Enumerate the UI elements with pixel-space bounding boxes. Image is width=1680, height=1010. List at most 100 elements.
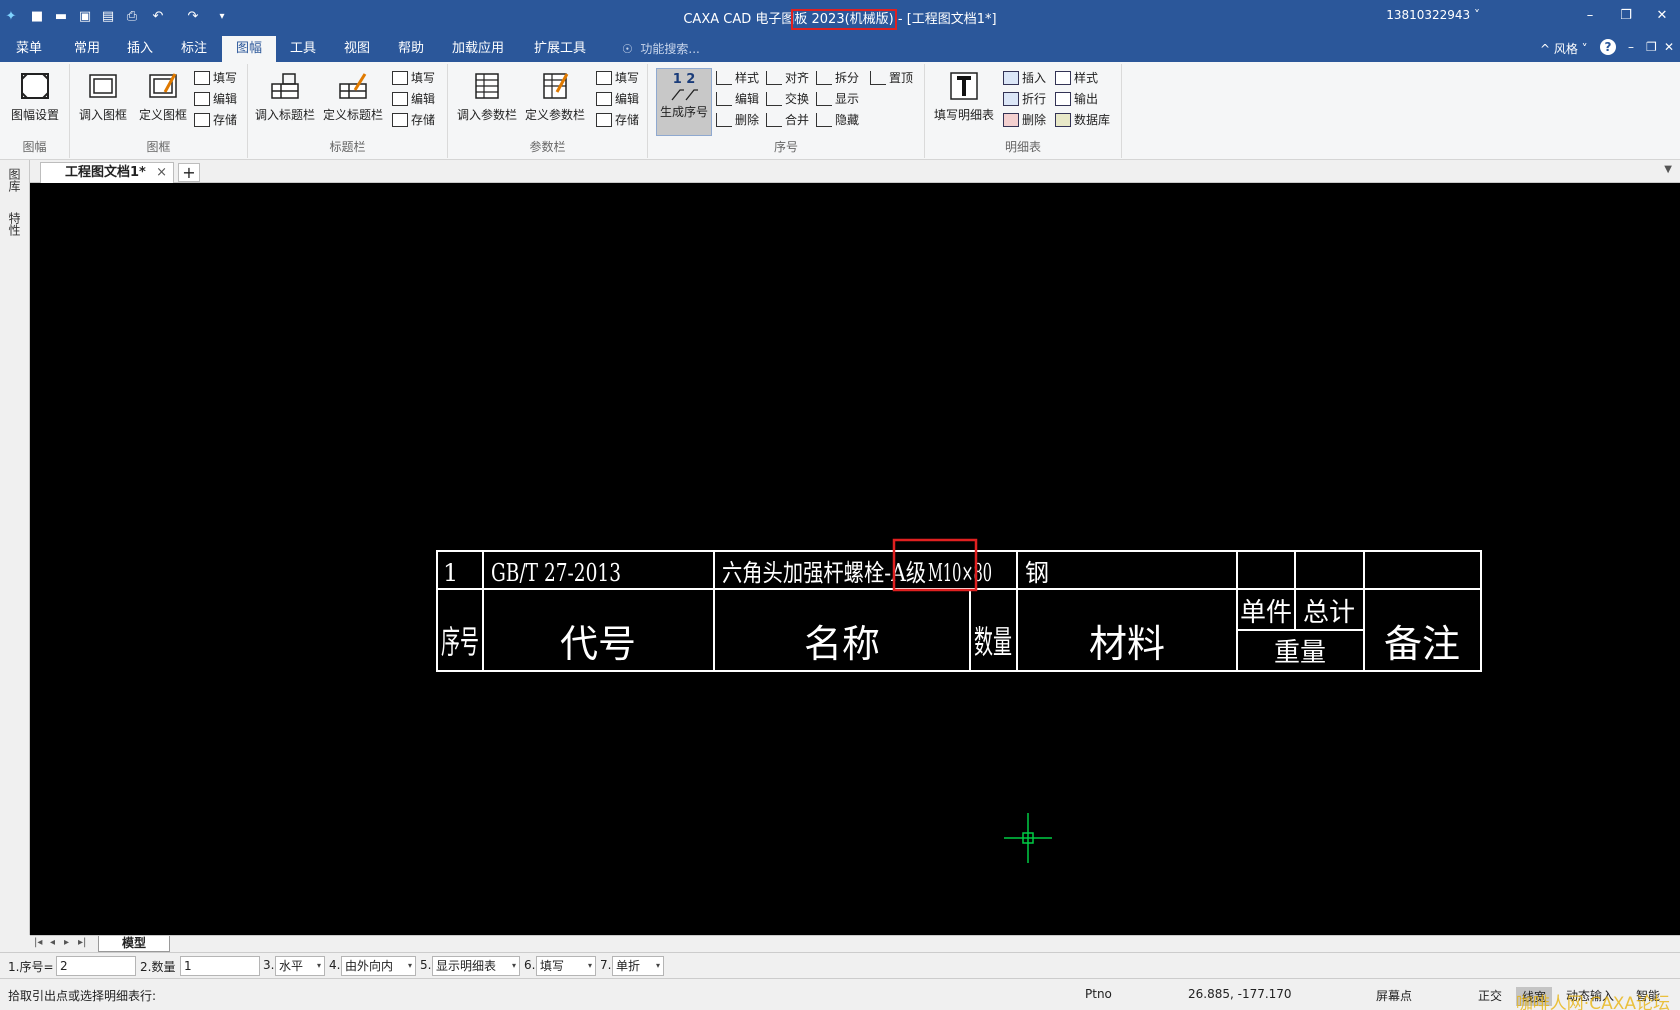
tab-list-dropdown-icon[interactable]: ▼ bbox=[1664, 164, 1672, 175]
style-dropdown[interactable]: ^ 风格 ˅ bbox=[1540, 40, 1588, 57]
table-export-icon bbox=[1055, 92, 1071, 106]
first-layout-icon[interactable]: |◂ bbox=[34, 937, 42, 948]
redo-icon[interactable]: ↷ bbox=[182, 5, 204, 27]
bom-insert-button[interactable]: 插入 bbox=[1003, 68, 1046, 88]
partnumber-input[interactable]: 2 bbox=[56, 956, 136, 976]
add-tab-icon[interactable]: + bbox=[178, 163, 200, 182]
load-frame-button[interactable]: 调入图框 bbox=[74, 68, 132, 130]
model-tab[interactable]: 模型 bbox=[98, 936, 170, 952]
new-file-icon[interactable]: ■ bbox=[26, 5, 48, 27]
generate-partnumber-button[interactable]: 1 2 生成序号 bbox=[656, 68, 712, 136]
tab-common[interactable]: 常用 bbox=[60, 36, 114, 62]
frame-store-button[interactable]: 存储 bbox=[194, 110, 237, 130]
show-bom-select[interactable]: 显示明细表 ▾ bbox=[432, 956, 520, 976]
frame-edit-button[interactable]: 编辑 bbox=[194, 89, 237, 109]
customize-qat-icon[interactable]: ▾ bbox=[211, 5, 233, 27]
fold-select[interactable]: 单折 ▾ bbox=[612, 956, 664, 976]
tab-menu[interactable]: 菜单 bbox=[2, 36, 56, 62]
document-tab-strip: 工程图文档1* × + ▼ bbox=[0, 160, 1680, 183]
pn-split-button[interactable]: 拆分 bbox=[816, 68, 859, 88]
pn-edit-button[interactable]: 编辑 bbox=[716, 89, 759, 109]
pn-swap-button[interactable]: 交换 bbox=[766, 89, 809, 109]
show-bom-field-label: 5. bbox=[420, 958, 432, 972]
titleblock-store-button[interactable]: 存储 bbox=[392, 110, 435, 130]
ortho-toggle[interactable]: 正交 bbox=[1478, 987, 1502, 1004]
fill-bom-button[interactable]: 填写明细表 bbox=[931, 68, 997, 130]
close-tab-icon[interactable]: × bbox=[156, 163, 167, 183]
define-frame-button[interactable]: 定义图框 bbox=[134, 68, 192, 130]
direction-select[interactable]: 水平 ▾ bbox=[275, 956, 325, 976]
drawing-canvas[interactable]: 1 GB/T 27-2013 六角头加强杆螺栓-A级 M10×80 钢 序号 代… bbox=[30, 183, 1680, 935]
window-title-suffix: - [工程图文档1*] bbox=[893, 12, 997, 27]
document-tab[interactable]: 工程图文档1* × bbox=[40, 162, 174, 183]
tab-load-app[interactable]: 加载应用 bbox=[438, 36, 518, 62]
save-icon[interactable]: ▣ bbox=[74, 5, 96, 27]
feature-search[interactable]: ☉ 功能搜索... bbox=[622, 40, 700, 57]
frame-edit-label: 编辑 bbox=[213, 92, 238, 106]
titleblock-edit-button[interactable]: 编辑 bbox=[392, 89, 435, 109]
tab-sheet[interactable]: 图幅 bbox=[222, 36, 277, 62]
bom-export-button[interactable]: 输出 bbox=[1055, 89, 1098, 109]
param-fill-button[interactable]: 填写 bbox=[596, 68, 639, 88]
inner-minimize-button[interactable]: – bbox=[1628, 40, 1634, 54]
bom-cell: M10×80 bbox=[928, 559, 992, 587]
bom-database-button[interactable]: 数据库 bbox=[1055, 110, 1110, 130]
fill-select[interactable]: 填写 ▾ bbox=[536, 956, 596, 976]
titleblock-edit-label: 编辑 bbox=[411, 92, 436, 106]
param-edit-button[interactable]: 编辑 bbox=[596, 89, 639, 109]
load-titleblock-button[interactable]: 调入标题栏 bbox=[252, 68, 318, 130]
fill-field-label: 6. bbox=[524, 958, 536, 972]
frame-fill-button[interactable]: 填写 bbox=[194, 68, 237, 88]
fill-select-value: 填写 bbox=[540, 959, 565, 973]
pn-style-button[interactable]: 样式 bbox=[716, 68, 759, 88]
pn-show-button[interactable]: 显示 bbox=[816, 89, 859, 109]
bom-wrap-button[interactable]: 折行 bbox=[1003, 89, 1046, 109]
tab-view[interactable]: 视图 bbox=[330, 36, 384, 62]
load-frame-icon bbox=[89, 74, 117, 98]
pn-delete-button[interactable]: 删除 bbox=[716, 110, 759, 130]
tab-insert[interactable]: 插入 bbox=[113, 36, 167, 62]
load-param-button[interactable]: 调入参数栏 bbox=[454, 68, 520, 130]
pn-align-button[interactable]: 对齐 bbox=[766, 68, 809, 88]
pn-merge-button[interactable]: 合并 bbox=[766, 110, 809, 130]
chevron-down-icon: ▾ bbox=[655, 961, 660, 970]
bom-delete-button[interactable]: 删除 bbox=[1003, 110, 1046, 130]
bom-style-button[interactable]: 样式 bbox=[1055, 68, 1098, 88]
help-icon[interactable]: ? bbox=[1600, 39, 1616, 55]
bom-header: 序号 bbox=[441, 623, 479, 661]
titleblock-fill-button[interactable]: 填写 bbox=[392, 68, 435, 88]
table-wrap-icon bbox=[1003, 92, 1019, 106]
define-param-button[interactable]: 定义参数栏 bbox=[522, 68, 588, 130]
quantity-input[interactable]: 1 bbox=[180, 956, 260, 976]
pn-top-button[interactable]: 置顶 bbox=[870, 68, 913, 88]
prev-layout-icon[interactable]: ◂ bbox=[50, 937, 55, 948]
undo-icon[interactable]: ↶ bbox=[147, 5, 169, 27]
last-layout-icon[interactable]: ▸| bbox=[78, 937, 86, 948]
snap-mode-button[interactable]: 屏幕点 bbox=[1376, 987, 1412, 1004]
tab-extend-tools[interactable]: 扩展工具 bbox=[520, 36, 600, 62]
open-folder-icon[interactable]: ▬ bbox=[50, 5, 72, 27]
sheet-setup-button[interactable]: 图幅设置 bbox=[6, 68, 64, 130]
restore-button[interactable]: ❐ bbox=[1608, 4, 1644, 28]
inner-restore-button[interactable]: ❐ bbox=[1646, 40, 1657, 54]
print-icon[interactable]: ⎙ bbox=[121, 5, 143, 27]
tab-annotate[interactable]: 标注 bbox=[167, 36, 221, 62]
tab-help[interactable]: 帮助 bbox=[384, 36, 438, 62]
tab-tools[interactable]: 工具 bbox=[276, 36, 330, 62]
library-side-tab[interactable]: 图库 bbox=[7, 168, 23, 192]
user-account[interactable]: 13810322943 ˅ bbox=[1386, 8, 1480, 22]
minimize-button[interactable]: – bbox=[1572, 4, 1608, 28]
chevron-down-icon: ▾ bbox=[316, 961, 321, 970]
next-layout-icon[interactable]: ▸ bbox=[64, 937, 69, 948]
order-select[interactable]: 由外向内 ▾ bbox=[341, 956, 416, 976]
define-titleblock-button[interactable]: 定义标题栏 bbox=[320, 68, 386, 130]
group-param-label: 参数栏 bbox=[529, 140, 566, 154]
inner-close-button[interactable]: ✕ bbox=[1664, 40, 1674, 54]
app-logo-icon[interactable]: ✦ bbox=[0, 5, 22, 27]
properties-side-tab[interactable]: 特性 bbox=[7, 212, 23, 236]
save-all-icon[interactable]: ▤ bbox=[97, 5, 119, 27]
chevron-down-icon: ▾ bbox=[587, 961, 592, 970]
pn-hide-button[interactable]: 隐藏 bbox=[816, 110, 859, 130]
close-button[interactable]: ✕ bbox=[1644, 4, 1680, 28]
param-store-button[interactable]: 存储 bbox=[596, 110, 639, 130]
